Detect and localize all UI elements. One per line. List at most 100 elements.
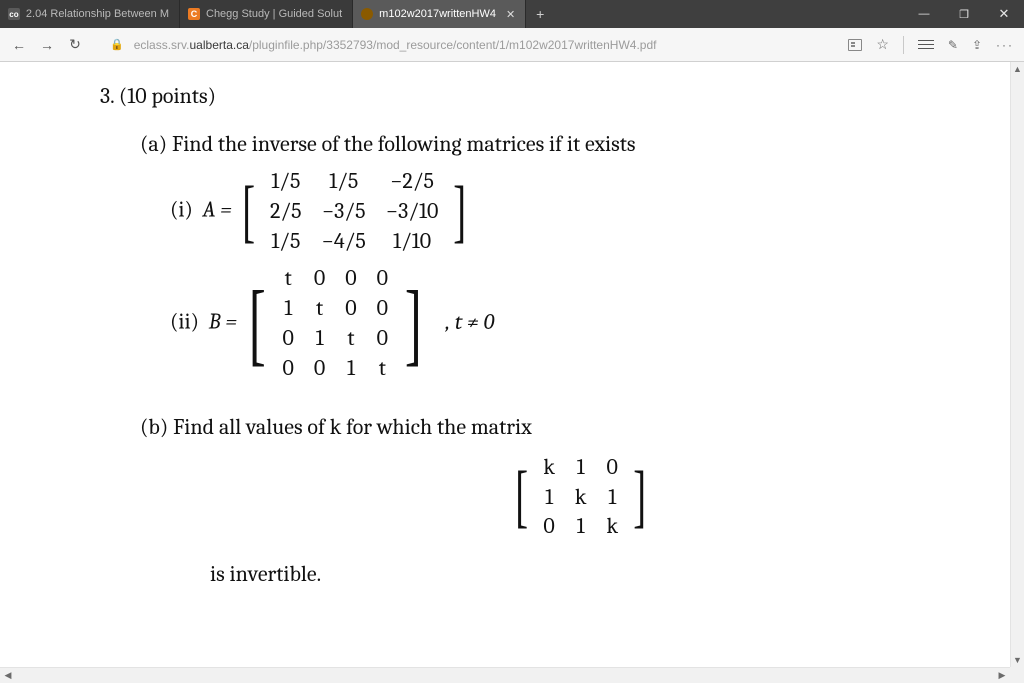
cell: 0 [533,512,565,542]
question-points: (10 points) [119,83,216,109]
toolbar-divider [903,36,904,54]
cell: 0 [335,264,366,294]
tab-pdf-active[interactable]: m102w2017writtenHW4 ✕ [353,0,526,28]
tab-label: Chegg Study | Guided Solut [206,8,342,20]
maximize-button[interactable]: ❐ [944,0,984,28]
matrix-K-table: k10 1k1 01k [533,453,628,542]
lock-icon: 🔒 [110,38,124,51]
subpart-i-label: (i) [170,197,193,223]
scroll-right-icon[interactable]: ▶ [994,668,1010,683]
address-bar[interactable]: eclass.srv.ualberta.ca/pluginfile.php/33… [134,38,657,52]
cell: 1 [304,324,335,354]
cell: k [533,453,565,483]
tab-strip: co 2.04 Relationship Between M C Chegg S… [0,0,1024,28]
scroll-up-icon[interactable]: ▲ [1011,62,1024,76]
cell: 1/5 [260,167,312,197]
cell: t [304,294,335,324]
cell: 1 [596,483,628,513]
cell: 1/5 [312,167,376,197]
cell: 0 [367,294,398,324]
cell: 1 [565,453,597,483]
cell: 0 [367,324,398,354]
browser-toolbar: ← → ↻ 🔒 eclass.srv.ualberta.ca/pluginfil… [0,28,1024,62]
window-controls: — ❐ ✕ [904,0,1024,28]
tab-chegg[interactable]: C Chegg Study | Guided Solut [180,0,353,28]
scroll-left-icon[interactable]: ◀ [0,668,16,683]
subpart-ii-label: (ii) [170,309,199,335]
pdf-page: 3. (10 points) (a) Find the inverse of t… [0,62,1024,590]
favicon-pdf-icon [361,8,373,20]
cell: 0 [367,264,398,294]
cell: 0 [273,354,304,384]
cell: −3/10 [376,197,448,227]
new-tab-button[interactable]: + [526,0,554,28]
matrix-K: [ k10 1k1 01k ] [510,453,651,542]
matrix-K-row: [ k10 1k1 01k ] [100,453,1024,542]
subpart-ii-condition: , t ≠ 0 [445,309,494,335]
tab-relationship[interactable]: co 2.04 Relationship Between M [0,0,180,28]
favorite-star-icon[interactable]: ☆ [876,36,889,53]
tab-label: m102w2017writtenHW4 [379,8,496,20]
matrix-A-table: 1/51/5−2/5 2/5−3/5−3/10 1/5−4/51/10 [260,167,448,256]
url-domain: ualberta.ca [190,38,249,52]
part-b-tail: is invertible. [100,560,1024,590]
bracket-left-icon: [ [249,296,266,351]
subpart-i: (i) A = [ 1/51/5−2/5 2/5−3/5−3/10 1/5−4/… [100,167,1024,256]
cell: k [565,483,597,513]
cell: −2/5 [376,167,448,197]
matrix-B: [ t000 1t00 01t0 001t ] [242,264,429,383]
part-b: (b) Find all values of k for which the m… [100,413,1024,443]
subpart-i-lhs: A = [203,197,232,223]
cell: 0 [304,264,335,294]
matrix-A: [ 1/51/5−2/5 2/5−3/5−3/10 1/5−4/51/10 ] [237,167,472,256]
back-button[interactable]: ← [10,37,28,53]
share-icon[interactable]: ⇪ [972,38,982,52]
cell: t [273,264,304,294]
matrix-B-table: t000 1t00 01t0 001t [273,264,399,383]
horizontal-scrollbar[interactable]: ◀ ▶ [0,667,1010,683]
minimize-button[interactable]: — [904,0,944,28]
bracket-right-icon: ] [633,476,646,518]
cell: 1 [335,354,366,384]
question-header: 3. (10 points) [100,82,1024,112]
url-prefix: eclass.srv. [134,38,190,52]
favicon-chegg-icon: C [188,8,200,20]
reading-view-icon[interactable] [848,39,862,51]
url-path: /pluginfile.php/3352793/mod_resource/con… [249,38,657,52]
cell: 1 [533,483,565,513]
part-b-label: (b) [140,414,168,440]
vertical-scrollbar[interactable]: ▲ ▼ [1010,62,1024,667]
cell: −4/5 [312,227,376,257]
cell: 1/10 [376,227,448,257]
web-note-icon[interactable]: ✎ [948,38,958,52]
scroll-corner [1010,667,1024,683]
part-a-text: Find the inverse of the following matric… [172,131,636,157]
forward-button[interactable]: → [38,37,56,53]
cell: 0 [304,354,335,384]
more-icon[interactable]: ··· [996,38,1014,52]
cell: 1 [273,294,304,324]
cell: t [367,354,398,384]
cell: 2/5 [260,197,312,227]
bracket-left-icon: [ [242,191,255,233]
tab-label: 2.04 Relationship Between M [26,8,169,20]
bracket-right-icon: ] [454,191,467,233]
subpart-ii: (ii) B = [ t000 1t00 01t0 001t ] , t ≠ 0 [100,264,1024,383]
question-number: 3. [100,83,114,109]
refresh-button[interactable]: ↻ [66,36,84,53]
scroll-down-icon[interactable]: ▼ [1011,653,1024,667]
hub-icon[interactable] [918,40,934,49]
bracket-left-icon: [ [515,476,528,518]
part-a: (a) Find the inverse of the following ma… [100,130,1024,160]
bracket-right-icon: ] [405,296,422,351]
cell: 0 [335,294,366,324]
close-tab-icon[interactable]: ✕ [506,8,515,21]
cell: k [596,512,628,542]
pdf-viewport: 3. (10 points) (a) Find the inverse of t… [0,62,1024,667]
cell: 0 [273,324,304,354]
close-window-button[interactable]: ✕ [984,0,1024,28]
cell: 1/5 [260,227,312,257]
cell: 1 [565,512,597,542]
part-a-label: (a) [140,131,167,157]
toolbar-right: ☆ ✎ ⇪ ··· [848,36,1014,54]
